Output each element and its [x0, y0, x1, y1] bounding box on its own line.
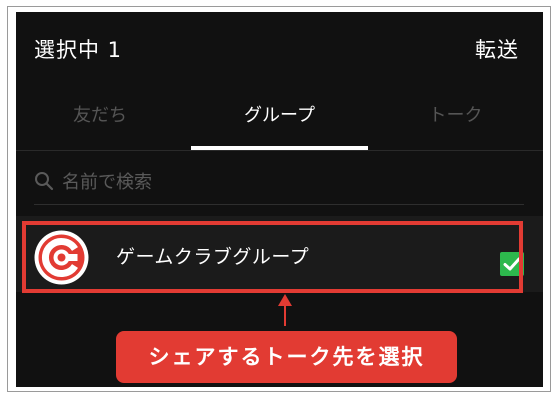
active-tab-indicator: [191, 146, 368, 150]
highlight-box: [22, 221, 523, 293]
search-input[interactable]: 名前で検索: [34, 164, 524, 205]
tab-chats[interactable]: トーク: [368, 94, 543, 150]
callout-arrow: [284, 304, 286, 326]
tab-groups[interactable]: グループ: [191, 94, 368, 150]
header: 選択中 1 転送: [16, 12, 543, 82]
search-placeholder: 名前で検索: [62, 172, 152, 193]
selection-count-title: 選択中 1: [34, 38, 123, 62]
search-icon: [34, 171, 54, 195]
annotation-callout: シェアするトーク先を選択: [116, 331, 457, 383]
tab-bar: 友だち グループ トーク: [16, 94, 543, 151]
tab-friends[interactable]: 友だち: [16, 94, 184, 150]
send-button[interactable]: 転送: [475, 34, 519, 64]
